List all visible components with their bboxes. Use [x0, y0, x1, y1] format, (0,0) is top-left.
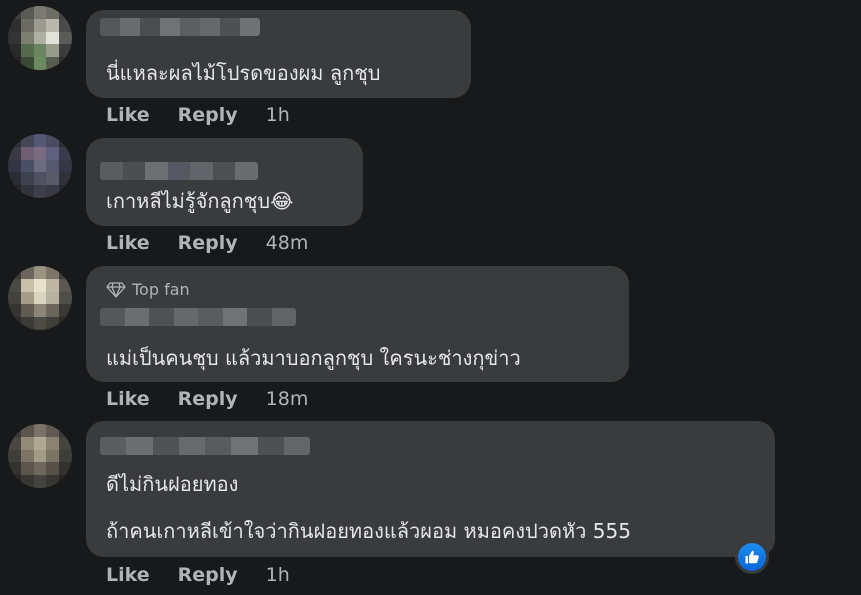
comment-actions: Like Reply 48m — [106, 232, 308, 254]
comment-text-line-2: ถ้าคนเกาหลีเข้าใจว่ากินฝอยทองแล้วผอม หมอ… — [106, 519, 631, 543]
timestamp[interactable]: 18m — [266, 388, 309, 410]
comment-bubble: ดีไม่กินฝอยทอง ถ้าคนเกาหลีเข้าใจว่ากินฝอ… — [86, 421, 775, 557]
thumbs-up-icon — [738, 543, 766, 571]
comment-text: เกาหลีไม่รู้จักลูกชุบ😂 — [106, 185, 293, 217]
reply-button[interactable]: Reply — [178, 232, 238, 254]
reply-button[interactable]: Reply — [178, 104, 238, 126]
comment-actions: Like Reply 1h — [106, 564, 290, 586]
comment-bubble: เกาหลีไม่รู้จักลูกชุบ😂 — [86, 138, 363, 226]
reaction-count[interactable] — [735, 540, 769, 574]
avatar[interactable] — [8, 424, 72, 488]
like-button[interactable]: Like — [106, 104, 150, 126]
thumbs-up-glyph — [745, 550, 759, 564]
author-name-blurred[interactable] — [100, 437, 310, 455]
timestamp[interactable]: 48m — [266, 232, 309, 254]
like-button[interactable]: Like — [106, 388, 150, 410]
author-name-blurred[interactable] — [100, 162, 258, 180]
author-name-blurred[interactable] — [100, 18, 260, 36]
comment-text-line-1: ดีไม่กินฝอยทอง — [106, 472, 239, 496]
comment-text: นี่แหละผลไม้โปรดของผม ลูกชุบ — [106, 61, 381, 85]
comment-actions: Like Reply 1h — [106, 104, 290, 126]
reply-button[interactable]: Reply — [178, 564, 238, 586]
timestamp[interactable]: 1h — [266, 104, 290, 126]
like-button[interactable]: Like — [106, 232, 150, 254]
top-fan-badge: Top fan — [106, 280, 190, 299]
reply-button[interactable]: Reply — [178, 388, 238, 410]
like-button[interactable]: Like — [106, 564, 150, 586]
avatar[interactable] — [8, 6, 72, 70]
comment-text: แม่เป็นคนชุบ แล้วมาบอกลูกชุบ ใครนะช่างกุ… — [106, 346, 521, 370]
comment-actions: Like Reply 18m — [106, 388, 308, 410]
comment-bubble: นี่แหละผลไม้โปรดของผม ลูกชุบ — [86, 10, 471, 98]
comment-bubble: Top fan แม่เป็นคนชุบ แล้วมาบอกลูกชุบ ใคร… — [86, 266, 629, 382]
avatar[interactable] — [8, 266, 72, 330]
author-name-blurred[interactable] — [100, 308, 296, 326]
avatar[interactable] — [8, 134, 72, 198]
comment-text-content: เกาหลีไม่รู้จักลูกชุบ — [106, 189, 271, 213]
diamond-icon — [106, 281, 126, 298]
badge-label: Top fan — [132, 280, 190, 299]
tears-of-joy-emoji: 😂 — [270, 189, 294, 213]
timestamp[interactable]: 1h — [266, 564, 290, 586]
